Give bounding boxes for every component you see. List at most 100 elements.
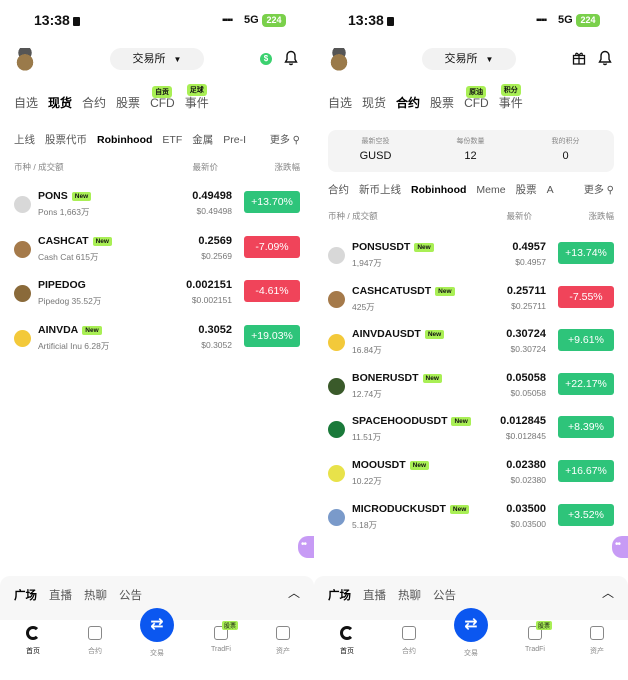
change-badge[interactable]: +19.03% — [244, 324, 300, 347]
change-badge[interactable]: +22.17% — [558, 372, 614, 395]
nav-item[interactable]: 股票 TradFi — [510, 621, 560, 653]
tab-2[interactable]: 合约 — [82, 94, 106, 111]
table-row[interactable]: AINVDA New Artificial Inu 6.28万 0.3052 $0.30… — [14, 320, 300, 360]
swap-icon[interactable]: ⇄ — [454, 608, 488, 642]
gift-icon[interactable] — [572, 51, 586, 65]
tab-1[interactable]: 现货 — [362, 94, 386, 111]
left-screen: 13:38 ▪▪▪▪ 5G 224 交易所 ▼ $ 自选 现货 合约 股票 CFD 自贡 事件… — [0, 0, 314, 680]
table-row[interactable]: PONSUSDT New 1,947万 0.4957 $0.4957 +13.74% — [328, 237, 614, 277]
sheet-tab-1[interactable]: 直播 — [49, 587, 72, 603]
token-symbol-text: CASHCAT — [38, 234, 89, 247]
chat-bubble-icon[interactable] — [612, 536, 628, 558]
chevron-up-icon[interactable]: ︿ — [288, 584, 300, 601]
change-badge[interactable]: +16.67% — [558, 460, 614, 482]
subtab-1[interactable]: 新币上线 — [359, 182, 401, 197]
table-row[interactable]: CASHCAT New Cash Cat 615万 0.2569 $0.2569 -7.0… — [14, 231, 300, 271]
token-symbol: PONSUSDT New — [352, 241, 434, 253]
sheet-tab-3[interactable]: 公告 — [433, 587, 456, 603]
table-row[interactable]: CASHCATUSDT New 425万 0.25711 $0.25711 -7.55% — [328, 281, 614, 321]
subtab-4[interactable]: 金属 — [192, 132, 213, 147]
subtab-5[interactable]: A — [547, 184, 554, 196]
bell-icon[interactable] — [284, 50, 298, 66]
subtab-1[interactable]: 股票代币 — [45, 132, 87, 147]
sheet-tab-3[interactable]: 公告 — [119, 587, 142, 603]
swap-icon[interactable]: ⇄ — [140, 608, 174, 642]
nav-label-trade[interactable]: 交易 — [140, 648, 174, 658]
nav-item[interactable]: 资产 — [258, 626, 308, 656]
table-row[interactable]: BONERUSDT New 12.74万 0.05058 $0.05058 +22.17% — [328, 368, 614, 408]
more-filter[interactable]: 更多 ⚲ — [584, 181, 614, 196]
sheet-tab-0[interactable]: 广场 — [328, 587, 351, 603]
status-bar: 13:38 ▪▪▪▪ 5G 224 — [0, 12, 314, 32]
bottom-nav: 首页 合约 ⇄ 交易 股票 TradFi 资产 — [0, 608, 314, 680]
wallet-icon — [590, 626, 604, 640]
tab-with-badge[interactable]: 事件 积分 — [499, 84, 523, 111]
table-row[interactable]: PONS New Pons 1,663万 0.49498 $0.49498 +13.70% — [14, 186, 300, 226]
bell-icon[interactable] — [598, 50, 612, 66]
col-pair[interactable]: 币种 / 成交额 — [14, 161, 64, 173]
change-badge[interactable]: -7.55% — [558, 285, 614, 308]
subtab-3[interactable]: Meme — [476, 184, 505, 196]
col-change[interactable]: 涨跌幅 — [588, 210, 614, 222]
tab-with-badge[interactable]: CFD 原油 — [464, 86, 489, 110]
dollar-icon[interactable]: $ — [260, 53, 272, 65]
sheet-tab-2[interactable]: 热聊 — [84, 587, 107, 603]
subtab-4[interactable]: 股票 — [516, 182, 537, 197]
nav-item[interactable]: 股票 TradFi — [196, 621, 246, 653]
col-price[interactable]: 最新价 — [506, 210, 532, 222]
subtab-3[interactable]: ETF — [162, 134, 182, 146]
token-symbol: MICRODUCKUSDT New — [352, 503, 470, 515]
airdrop-stats[interactable]: 最新空投 GUSD 每份数量 12 我的积分 0 — [328, 130, 614, 172]
change-badge[interactable]: -4.61% — [244, 280, 300, 302]
subtab-2[interactable]: Robinhood — [411, 184, 466, 196]
table-row[interactable]: MOOUSDT New 10.22万 0.02380 $0.02380 +16.67% — [328, 455, 614, 495]
avatar[interactable] — [328, 48, 350, 72]
change-badge[interactable]: -7.09% — [244, 235, 300, 258]
exchange-switcher[interactable]: 交易所 ▼ — [110, 48, 204, 70]
table-row[interactable]: PIPEDOG Pipedog 35.52万 0.002151 $0.002151 -4… — [14, 275, 300, 315]
right-screen: 13:38 ▪▪▪▪ 5G 224 交易所 ▼ 自选 现货 合约 股票 CFD 原油 事件 积分… — [314, 0, 628, 680]
subtab-2[interactable]: Robinhood — [97, 134, 152, 146]
tab-with-badge[interactable]: 事件 足球 — [185, 84, 209, 111]
change-badge[interactable]: +13.74% — [558, 242, 614, 264]
col-price[interactable]: 最新价 — [192, 161, 218, 173]
subtab-0[interactable]: 上线 — [14, 132, 35, 147]
token-symbol: PONS New — [38, 190, 92, 202]
tab-1[interactable]: 现货 — [48, 94, 72, 111]
sheet-tab-2[interactable]: 热聊 — [398, 587, 421, 603]
nav-label-trade[interactable]: 交易 — [454, 648, 488, 658]
nav-item[interactable]: 首页 — [322, 626, 372, 656]
change-badge[interactable]: +8.39% — [558, 416, 614, 439]
nav-item[interactable]: 合约 — [384, 626, 434, 656]
tab-3[interactable]: 股票 — [116, 94, 140, 111]
nav-badge: 股票 — [536, 621, 553, 630]
change-badge[interactable]: +9.61% — [558, 329, 614, 352]
tab-with-badge[interactable]: CFD 自贡 — [150, 86, 175, 110]
sheet-tab-0[interactable]: 广场 — [14, 587, 37, 603]
nav-item[interactable]: 资产 — [572, 626, 622, 656]
table-row[interactable]: MICRODUCKUSDT New 5.18万 0.03500 $0.03500 +3.5… — [328, 499, 614, 539]
chat-bubble-icon[interactable] — [298, 536, 314, 558]
tab-2[interactable]: 合约 — [396, 94, 420, 111]
col-change[interactable]: 涨跌幅 — [274, 161, 300, 173]
tab-3[interactable]: 股票 — [430, 94, 454, 111]
col-pair[interactable]: 币种 / 成交额 — [328, 210, 378, 222]
tab-0[interactable]: 自选 — [328, 94, 352, 111]
change-badge[interactable]: +3.52% — [558, 503, 614, 526]
chevron-up-icon[interactable]: ︿ — [602, 584, 614, 601]
table-row[interactable]: SPACEHOODUSDT New 11.51万 0.012845 $0.012845 +… — [328, 411, 614, 451]
tab-badge: 自贡 — [152, 86, 173, 98]
tab-0[interactable]: 自选 — [14, 94, 38, 111]
avatar[interactable] — [14, 48, 36, 72]
subtab-0[interactable]: 合约 — [328, 182, 349, 197]
sheet-tab-1[interactable]: 直播 — [363, 587, 386, 603]
change-badge[interactable]: +13.70% — [244, 191, 300, 213]
subtab-5[interactable]: Pre-I — [223, 134, 246, 146]
exchange-switcher[interactable]: 交易所 ▼ — [422, 48, 516, 70]
signal-icon: ▪▪▪▪ — [222, 15, 233, 26]
nav-item[interactable]: 合约 — [70, 626, 120, 656]
more-filter[interactable]: 更多 ⚲ — [270, 131, 300, 146]
nav-item[interactable]: 首页 — [8, 626, 58, 656]
signal-icon: ▪▪▪▪ — [536, 15, 547, 26]
table-row[interactable]: AINVDAUSDT New 16.84万 0.30724 $0.30724 +9.61% — [328, 324, 614, 364]
